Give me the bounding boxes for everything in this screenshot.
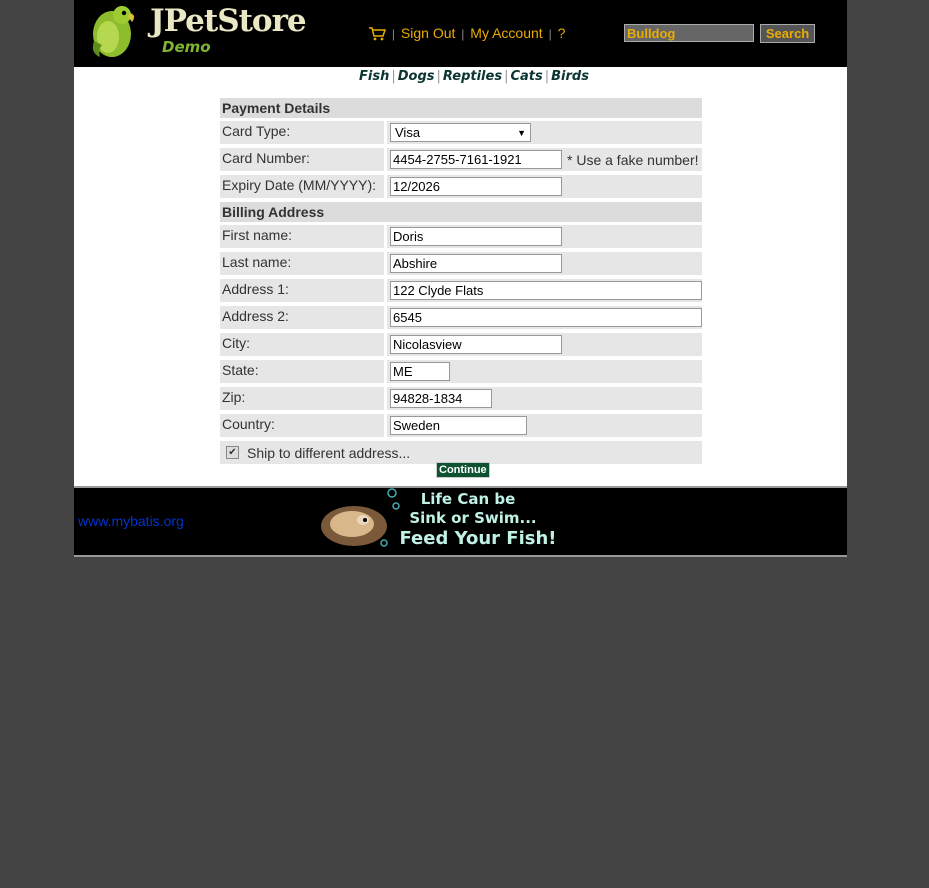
logo[interactable]: JPetStore Demo [82, 1, 307, 59]
chevron-down-icon: ▼ [517, 127, 526, 138]
shopping-cart-icon[interactable] [369, 27, 387, 44]
banner-line-2: Sink or Swim... [409, 509, 536, 527]
city-label: City: [222, 335, 250, 351]
state-label: State: [222, 362, 259, 378]
parrot-icon [92, 6, 135, 57]
expiry-label: Expiry Date (MM/YYYY): [222, 177, 377, 193]
menu-separator: | [548, 27, 552, 41]
search-form: Search [624, 24, 816, 43]
ship-different-row: ✔ Ship to different address... [220, 441, 702, 464]
fish-banner[interactable]: Life Can be Sink or Swim... Feed Your Fi… [318, 488, 568, 551]
country-row: Country: [220, 414, 702, 437]
banner-line-1: Life Can be [421, 490, 516, 508]
continue-button[interactable]: Continue [436, 462, 490, 478]
quicklink-reptiles[interactable]: Reptiles [443, 69, 502, 84]
logo-subtitle: Demo [162, 38, 211, 56]
card-type-select[interactable]: Visa ▼ [390, 123, 531, 142]
state-row: State: [220, 360, 702, 383]
country-label: Country: [222, 416, 275, 432]
address2-input[interactable] [390, 308, 702, 327]
quicklink-separator: | [504, 69, 509, 84]
card-number-row: Card Number: * Use a fake number! [220, 148, 702, 171]
address2-row: Address 2: [220, 306, 702, 329]
order-form: Payment Details Card Type: Visa ▼ Card N… [220, 98, 702, 464]
sign-out-link[interactable]: Sign Out [401, 25, 455, 41]
billing-address-header: Billing Address [220, 202, 702, 222]
last-name-row: Last name: [220, 252, 702, 275]
mybatis-link[interactable]: www.mybatis.org [78, 513, 184, 529]
zip-row: Zip: [220, 387, 702, 410]
first-name-input[interactable] [390, 227, 562, 246]
quicklink-separator: | [544, 69, 550, 84]
city-input[interactable] [390, 335, 562, 354]
zip-label: Zip: [222, 389, 246, 405]
header-menu: | Sign Out | My Account | ? [369, 25, 565, 44]
search-button[interactable]: Search [759, 24, 816, 43]
page-wrapper: JPetStore Demo | Sign Out | My Account |… [74, 0, 847, 557]
last-name-input[interactable] [390, 254, 562, 273]
quicklink-separator: | [436, 69, 441, 84]
quicklink-separator: | [391, 69, 396, 84]
search-input[interactable] [624, 24, 754, 42]
expiry-row: Expiry Date (MM/YYYY): [220, 175, 702, 198]
expiry-input[interactable] [390, 177, 562, 196]
fake-number-note: * Use a fake number! [567, 151, 699, 168]
fish-banner-image: Life Can be Sink or Swim... Feed Your Fi… [321, 488, 557, 549]
first-name-label: First name: [222, 227, 293, 243]
quicklink-fish[interactable]: Fish [359, 69, 389, 84]
footer: www.mybatis.org Life Can be Sink or Swim… [74, 486, 847, 557]
card-number-label: Card Number: [222, 150, 310, 166]
card-type-value: Visa [395, 125, 421, 140]
first-name-row: First name: [220, 225, 702, 248]
country-input[interactable] [390, 416, 527, 435]
menu-separator: | [391, 27, 396, 41]
zip-input[interactable] [390, 389, 492, 408]
help-link[interactable]: ? [558, 25, 566, 41]
ship-different-label: Ship to different address... [247, 444, 411, 461]
ship-different-checkbox[interactable]: ✔ [226, 446, 239, 459]
banner-line-3: Feed Your Fish! [399, 528, 556, 549]
address2-label: Address 2: [222, 308, 289, 324]
menu-separator: | [461, 27, 465, 41]
address1-label: Address 1: [222, 281, 289, 297]
state-input[interactable] [390, 362, 450, 381]
quicklink-cats[interactable]: Cats [510, 69, 542, 84]
address1-row: Address 1: [220, 279, 702, 302]
card-type-label: Card Type: [222, 123, 291, 139]
quicklink-birds[interactable]: Birds [551, 69, 589, 84]
last-name-label: Last name: [222, 254, 292, 270]
city-row: City: [220, 333, 702, 356]
header: JPetStore Demo | Sign Out | My Account |… [74, 0, 847, 67]
card-number-input[interactable] [390, 150, 562, 169]
main-content: Fish | Dogs | Reptiles | Cats | Birds Payment De… [74, 67, 847, 486]
quicklink-dogs[interactable]: Dogs [398, 69, 435, 84]
address1-input[interactable] [390, 281, 702, 300]
card-type-row: Card Type: Visa ▼ [220, 121, 702, 144]
logo-title: JPetStore [150, 3, 307, 39]
my-account-link[interactable]: My Account [470, 25, 542, 41]
payment-details-header: Payment Details [220, 98, 702, 118]
category-quicklinks: Fish | Dogs | Reptiles | Cats | Birds [359, 69, 589, 84]
